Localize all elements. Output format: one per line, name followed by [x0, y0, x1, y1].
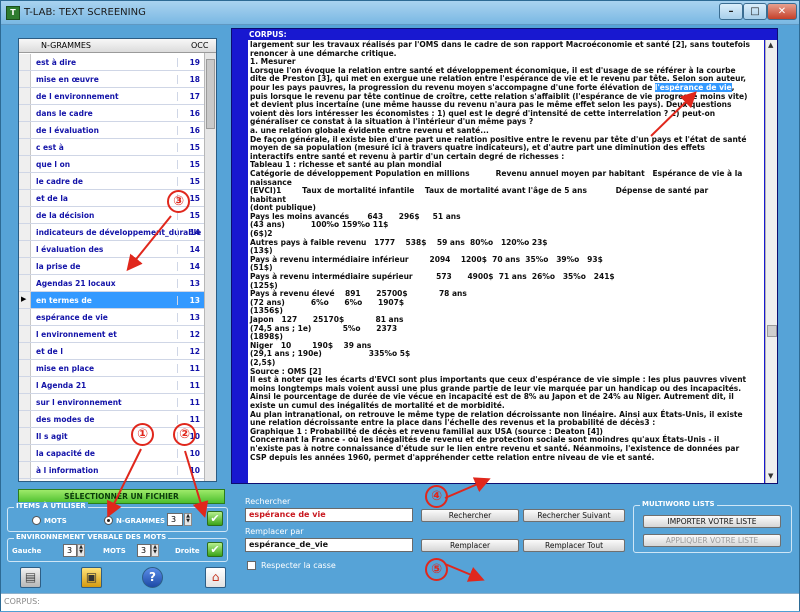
app-window: T T-LAB: TEXT SCREENING – □ ✕ N-GRAMMES …	[0, 0, 800, 611]
arrow-3	[126, 215, 172, 272]
annotation-badge-4: ④	[425, 485, 448, 508]
annotation-badge-3: ③	[167, 190, 190, 213]
arrow-1	[107, 448, 142, 518]
annotation-arrows	[107, 91, 697, 582]
annotation-badge-5: ⑤	[425, 558, 448, 581]
arrow-highlight	[650, 91, 697, 137]
arrow-5	[444, 563, 485, 582]
arrow-2	[184, 450, 209, 518]
annotation-badge-1: ①	[131, 423, 154, 446]
annotation-badge-2: ②	[173, 423, 196, 446]
arrow-4	[444, 477, 491, 499]
